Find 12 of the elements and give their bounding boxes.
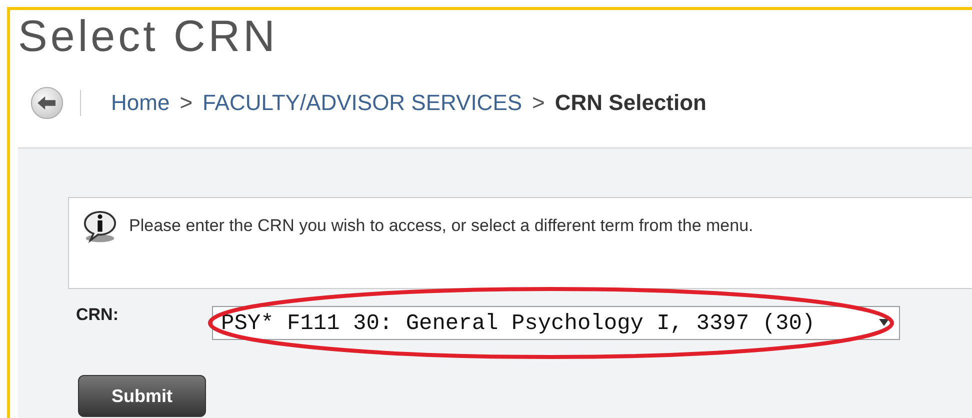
breadcrumb-separator: > [180, 90, 193, 116]
breadcrumb-separator: > [532, 90, 545, 116]
info-speech-bubble-icon [81, 210, 119, 244]
breadcrumb-current: CRN Selection [554, 90, 706, 116]
crn-label: CRN: [75, 305, 120, 325]
crn-dropdown[interactable]: PSY* F111 30: General Psychology I, 3397 (30) [212, 306, 900, 340]
caret-icon [879, 319, 889, 327]
breadcrumb-link[interactable]: FACULTY/ADVISOR SERVICES [202, 90, 522, 116]
submit-button[interactable]: Submit [78, 375, 206, 417]
breadcrumb-link[interactable]: Home [111, 90, 170, 116]
page-title: Select CRN [18, 11, 279, 62]
info-message: Please enter the CRN you wish to access, or select a different term from the menu. [129, 216, 754, 236]
